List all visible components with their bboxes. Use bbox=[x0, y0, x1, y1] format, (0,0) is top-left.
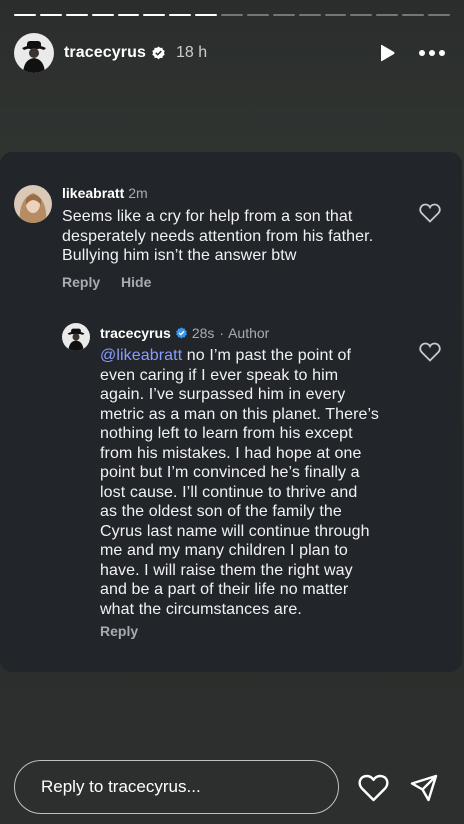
reply-line: point but I’m convinced he’s finally a bbox=[100, 464, 360, 481]
progress-segment bbox=[246, 14, 269, 16]
reply-button[interactable]: Reply bbox=[62, 274, 100, 290]
progress-segment bbox=[376, 14, 399, 16]
send-icon[interactable] bbox=[410, 774, 438, 802]
comment-username[interactable]: likeabratt bbox=[62, 185, 124, 201]
reply-line: even caring if I ever speak to him bbox=[100, 366, 339, 384]
reply-line: have. I will raise them the right way bbox=[100, 561, 353, 579]
story-progress bbox=[14, 14, 450, 17]
meta-separator: · bbox=[219, 325, 225, 341]
progress-segment bbox=[195, 14, 217, 16]
more-icon[interactable] bbox=[418, 49, 446, 57]
heart-icon[interactable] bbox=[419, 342, 441, 362]
comment-text: Seems like a cry for help from a son tha… bbox=[62, 207, 422, 266]
progress-segment bbox=[350, 14, 373, 16]
comment-line: Seems like a cry for help from a son tha… bbox=[62, 208, 353, 225]
story-header: tracecyrus 18 h bbox=[14, 32, 450, 74]
mention-link[interactable]: @likeabratt bbox=[100, 347, 182, 364]
reply-line: as the oldest son of the family the bbox=[100, 503, 342, 520]
reply-input[interactable]: Reply to tracecyrus... bbox=[14, 760, 339, 814]
reply-placeholder: Reply to tracecyrus... bbox=[41, 777, 201, 796]
verified-badge-icon bbox=[175, 326, 187, 338]
play-icon[interactable] bbox=[378, 44, 396, 62]
comment-line: Bullying him isn’t the answer btw bbox=[62, 247, 297, 264]
progress-segment bbox=[169, 14, 192, 16]
hide-button[interactable]: Hide bbox=[121, 274, 151, 290]
progress-segment bbox=[39, 14, 62, 16]
progress-segment bbox=[14, 14, 36, 16]
reply-username[interactable]: tracecyrus bbox=[100, 325, 171, 341]
heart-icon[interactable] bbox=[358, 774, 389, 802]
reply-line: what the circumstances are. bbox=[100, 600, 302, 618]
reply-line: and be a part of their life no matter bbox=[100, 581, 349, 598]
verified-badge-icon bbox=[152, 45, 165, 59]
story-time: 18 h bbox=[175, 44, 208, 61]
reply-button[interactable]: Reply bbox=[100, 623, 138, 639]
progress-segment bbox=[428, 14, 450, 16]
comment-card: likeabratt 2m Seems like a cry for help f… bbox=[0, 152, 462, 672]
progress-segment bbox=[221, 14, 243, 16]
reply-line: @likeabratt no I’m past the point of bbox=[100, 346, 410, 366]
reply-line: me and my many children I plan to bbox=[100, 542, 348, 559]
avatar[interactable] bbox=[62, 323, 90, 351]
author-label: Author bbox=[228, 325, 270, 341]
reply-line: nothing left to learn from his except bbox=[100, 425, 353, 442]
avatar[interactable] bbox=[14, 185, 52, 223]
progress-segment bbox=[272, 14, 295, 16]
progress-segment bbox=[324, 14, 347, 16]
story-username[interactable]: tracecyrus bbox=[64, 44, 146, 62]
progress-segment bbox=[402, 14, 424, 16]
progress-segment bbox=[65, 14, 88, 16]
avatar[interactable] bbox=[14, 33, 54, 73]
reply-line: from his mistakes. I had hope at one bbox=[100, 444, 362, 462]
comment-line: desperately needs attention from his fat… bbox=[62, 227, 374, 245]
progress-segment bbox=[298, 14, 321, 16]
heart-icon[interactable] bbox=[419, 203, 441, 223]
reply-line: lost cause. I’ll continue to thrive and bbox=[100, 483, 358, 501]
reply-line: metric as a man on this planet. There’s bbox=[100, 405, 380, 423]
progress-segment bbox=[143, 14, 166, 16]
reply-line-text: no I’m past the point of bbox=[182, 347, 352, 364]
reply-text: @likeabratt no I’m past the point of eve… bbox=[100, 346, 410, 619]
reply-line: again. I’ve surpassed him in every bbox=[100, 386, 346, 403]
comment-time: 2m bbox=[128, 185, 148, 201]
progress-segment bbox=[91, 14, 114, 16]
progress-segment bbox=[117, 14, 140, 16]
reply-line: Cyrus last name will continue through bbox=[100, 522, 370, 540]
reply-time: 28s bbox=[191, 325, 215, 341]
